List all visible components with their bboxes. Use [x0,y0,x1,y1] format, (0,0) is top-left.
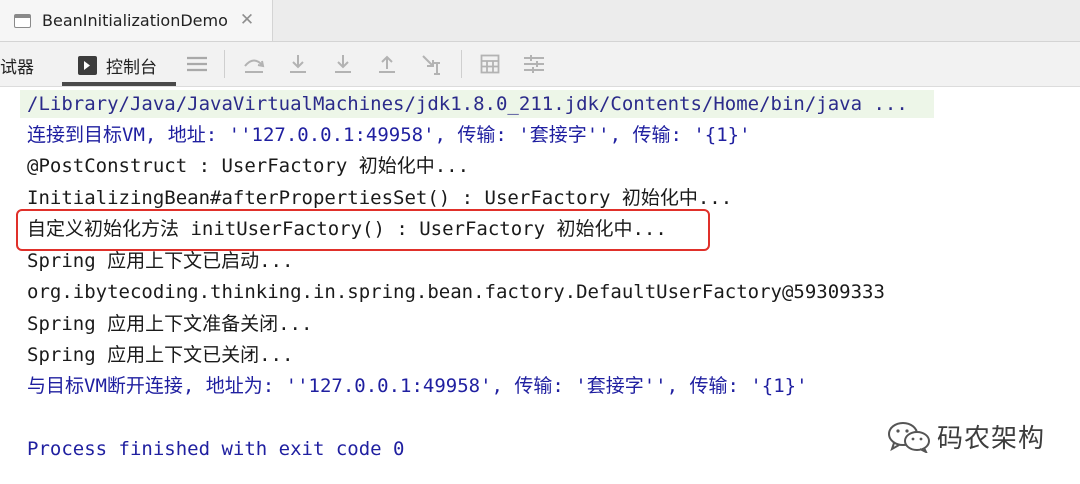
tab-console[interactable]: 控制台 [78,53,157,78]
tab-console-label: 控制台 [106,58,157,78]
tab-bean-initialization-demo[interactable]: BeanInitializationDemo ✕ [0,0,273,41]
highlight-annotation-box [16,209,710,251]
toolbar-separator [224,50,225,78]
console-icon [78,56,97,75]
evaluate-icon[interactable] [478,52,502,76]
console-line: Spring 应用上下文已关闭... [27,344,294,366]
console-line-disconnect: 与目标VM断开连接, 地址为: ''127.0.0.1:49958', 传输: … [27,375,808,397]
step-out-icon[interactable] [375,52,399,76]
editor-tab-strip: BeanInitializationDemo ✕ [0,0,1080,42]
console-line: InitializingBean#afterPropertiesSet() : … [27,187,733,209]
watermark-text: 码农架构 [937,424,1046,454]
console-toolbar: 试器 控制台 [0,42,1080,87]
wechat-icon [887,421,931,453]
toolbar-separator [461,50,462,78]
console-line: Spring 应用上下文准备关闭... [27,313,313,335]
list-icon[interactable] [185,52,209,76]
force-step-into-icon[interactable] [331,52,355,76]
console-line-command[interactable]: /Library/Java/JavaVirtualMachines/jdk1.8… [20,90,934,118]
active-tab-indicator [62,82,176,86]
console-line: Spring 应用上下文已启动... [27,250,294,272]
trace-icon[interactable] [522,52,546,76]
tab-debugger[interactable]: 试器 [0,53,34,78]
watermark: 码农架构 [887,418,1045,455]
window-icon [14,13,31,28]
tab-title: BeanInitializationDemo [42,11,228,30]
console-line-connect: 连接到目标VM, 地址: ''127.0.0.1:49958', 传输: '套接… [27,124,751,146]
console-line: org.ibytecoding.thinking.in.spring.bean.… [27,281,885,303]
step-into-icon[interactable] [286,52,310,76]
console-line-exit: Process finished with exit code 0 [27,438,405,460]
step-over-icon[interactable] [242,52,266,76]
run-to-cursor-icon[interactable] [420,52,444,76]
console-line: @PostConstruct : UserFactory 初始化中... [27,155,470,177]
close-icon[interactable]: ✕ [240,12,254,29]
